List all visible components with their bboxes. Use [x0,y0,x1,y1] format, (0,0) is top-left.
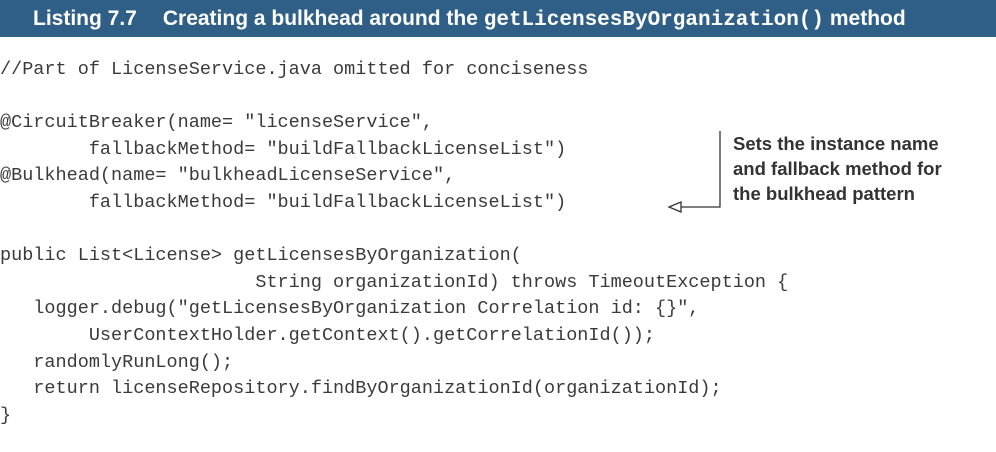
listing-number: Listing 7.7 [33,7,137,30]
code-line: randomlyRunLong(); [0,351,234,373]
code-line: @Bulkhead(name= "bulkheadLicenseService"… [0,165,456,187]
code-line: @CircuitBreaker(name= "licenseService", [0,112,433,134]
callout-annotation: Sets the instance name and fallback meth… [733,131,973,206]
listing-title-prefix: Creating a bulkhead around the [162,7,478,30]
code-line: UserContextHolder.getContext().getCorrel… [0,324,656,346]
listing-header: Listing 7.7 Creating a bulkhead around th… [0,0,996,37]
code-line: logger.debug("getLicensesByOrganization … [0,298,700,320]
annotation-line: and fallback method for [733,158,942,179]
code-line: } [0,404,12,426]
code-line: fallbackMethod= "buildFallbackLicenseLis… [0,191,567,213]
listing-title-method: getLicensesByOrganization() [483,9,825,32]
code-line: return licenseRepository.findByOrganizat… [0,378,722,400]
annotation-line: Sets the instance name [733,133,939,154]
code-line: public List<License> getLicensesByOrgani… [0,245,522,267]
code-line: //Part of LicenseService.java omitted fo… [0,59,589,80]
code-line: String organizationId) throws TimeoutExc… [0,271,789,293]
code-line: fallbackMethod= "buildFallbackLicenseLis… [0,138,567,160]
code-block: //Part of LicenseService.java omitted fo… [0,57,788,429]
listing-title-suffix: method [829,7,906,30]
annotation-line: the bulkhead pattern [733,183,915,204]
